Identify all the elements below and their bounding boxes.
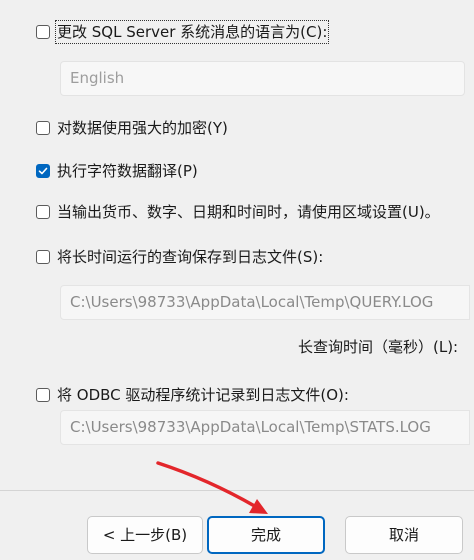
use-regional-settings-label: 当输出货币、数字、日期和时间时，请使用区域设置(U)。 (57, 203, 440, 221)
translate-char-data-label: 执行字符数据翻译(P) (57, 162, 198, 180)
finish-button[interactable]: 完成 (207, 516, 325, 554)
save-long-queries-label: 将长时间运行的查询保存到日志文件(S): (57, 248, 324, 266)
long-query-time-label: 长查询时间（毫秒）(L): (298, 338, 459, 356)
save-long-queries-checkbox[interactable] (36, 250, 50, 264)
footer-divider (0, 490, 474, 491)
language-select[interactable]: English (60, 61, 465, 96)
checkmark-icon (38, 167, 48, 175)
save-long-queries-option[interactable]: 将长时间运行的查询保存到日志文件(S): (36, 245, 323, 269)
strong-encryption-checkbox[interactable] (36, 121, 50, 135)
log-odbc-stats-label: 将 ODBC 驱动程序统计记录到日志文件(O): (57, 386, 349, 404)
change-language-option[interactable]: 更改 SQL Server 系统消息的语言为(C): (36, 20, 330, 44)
strong-encryption-option[interactable]: 对数据使用强大的加密(Y) (36, 116, 228, 140)
translate-char-data-checkbox[interactable] (36, 164, 50, 178)
back-button[interactable]: < 上一步(B) (87, 516, 203, 554)
long-query-log-path-input[interactable]: C:\Users\98733\AppData\Local\Temp\QUERY.… (60, 285, 470, 320)
use-regional-settings-option[interactable]: 当输出货币、数字、日期和时间时，请使用区域设置(U)。 (36, 200, 440, 224)
cancel-button[interactable]: 取消 (345, 516, 463, 554)
odbc-stats-log-path-input[interactable]: C:\Users\98733\AppData\Local\Temp\STATS.… (60, 410, 470, 445)
change-language-label: 更改 SQL Server 系统消息的语言为(C): (54, 20, 330, 44)
use-regional-settings-checkbox[interactable] (36, 205, 50, 219)
strong-encryption-label: 对数据使用强大的加密(Y) (57, 119, 228, 137)
change-language-checkbox[interactable] (36, 25, 50, 39)
log-odbc-stats-option[interactable]: 将 ODBC 驱动程序统计记录到日志文件(O): (36, 383, 349, 407)
log-odbc-stats-checkbox[interactable] (36, 388, 50, 402)
translate-char-data-option[interactable]: 执行字符数据翻译(P) (36, 159, 198, 183)
